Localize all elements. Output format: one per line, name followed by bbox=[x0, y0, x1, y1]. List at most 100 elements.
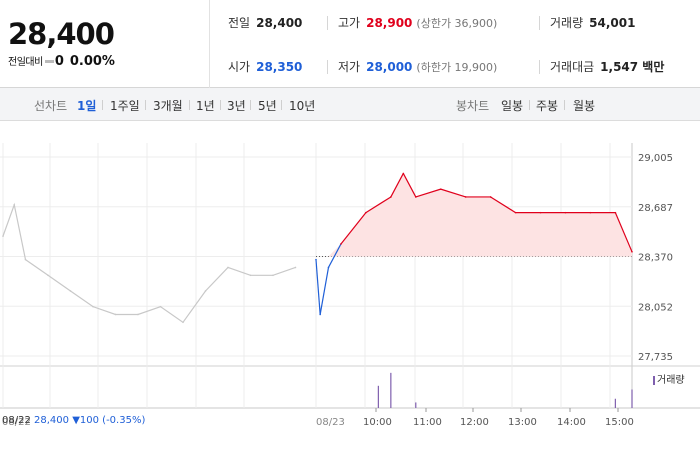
divider bbox=[327, 60, 328, 74]
current-price: 28,400 bbox=[8, 17, 115, 51]
data-point bbox=[589, 211, 592, 214]
line-chart-label: 선차트 bbox=[34, 99, 68, 113]
y-tick-label: 28,052 bbox=[638, 302, 673, 313]
period-3year-button[interactable]: 3년 bbox=[227, 97, 246, 114]
prev-close-value: 28,400 bbox=[256, 16, 303, 30]
data-point bbox=[414, 196, 417, 198]
y-tick-label: 29,005 bbox=[638, 153, 673, 164]
change-percent: 0.00% bbox=[69, 54, 115, 69]
data-point bbox=[327, 266, 330, 269]
chart-axes: 29,005 28,687 28,370 28,052 27,735 08/22 08/23… bbox=[2, 153, 673, 428]
data-point bbox=[204, 290, 207, 292]
quote-high: 고가 28,900 (상한가 36,900) bbox=[338, 15, 497, 32]
high-label: 고가 bbox=[338, 16, 361, 30]
data-point bbox=[390, 196, 392, 198]
data-point bbox=[2, 235, 4, 237]
divider bbox=[220, 100, 221, 110]
divider bbox=[102, 100, 103, 110]
volume-legend-label: 거래량 bbox=[657, 375, 685, 386]
chart-toolbar: 선차트 1일 1주일 3개월 1년 3년 5년 10년 봉차트 일봉 주봉 월봉 bbox=[0, 88, 700, 121]
data-point bbox=[614, 211, 617, 214]
divider bbox=[281, 100, 282, 110]
data-point bbox=[539, 211, 542, 214]
volume-value: 54,001 bbox=[589, 16, 636, 30]
data-point bbox=[319, 313, 321, 316]
prev-day-date: 08/22 bbox=[2, 415, 31, 426]
period-3month-button[interactable]: 3개월 bbox=[153, 97, 183, 114]
chart-grid bbox=[0, 143, 700, 409]
low-value: 28,000 bbox=[366, 60, 413, 74]
price-change: 전일대비 0 0.00% bbox=[8, 53, 115, 69]
x-tick-label: 13:00 bbox=[508, 417, 537, 428]
open-label: 시가 bbox=[228, 60, 251, 74]
lower-limit: (하한가 19,900) bbox=[416, 61, 498, 74]
volume-bars bbox=[377, 372, 633, 408]
prev-day-change: ▼100 bbox=[72, 415, 99, 426]
x-tick-label: 11:00 bbox=[413, 417, 442, 428]
prev-day-summary: 08/22 28,400 ▼100 (-0.35%) bbox=[2, 415, 145, 426]
period-10year-button[interactable]: 10년 bbox=[289, 97, 315, 114]
quote-prev-close: 전일 28,400 bbox=[228, 15, 302, 31]
quote-header: 28,400 전일대비 0 0.00% 전일 28,400 고가 28,900 (상한가 … bbox=[0, 0, 700, 88]
y-tick-label: 28,687 bbox=[638, 203, 673, 214]
upper-limit: (상한가 36,900) bbox=[416, 17, 498, 30]
data-point bbox=[13, 203, 16, 206]
price-chart[interactable]: 29,005 28,687 28,370 28,052 27,735 08/22 08/23… bbox=[0, 121, 700, 450]
period-1week-button[interactable]: 1주일 bbox=[110, 97, 140, 114]
divider bbox=[539, 60, 540, 74]
period-5year-button[interactable]: 5년 bbox=[258, 97, 277, 114]
today-series bbox=[315, 172, 633, 316]
volume-legend-swatch-icon bbox=[653, 375, 655, 385]
prev-day-pct: (-0.35%) bbox=[102, 415, 146, 426]
data-point bbox=[365, 211, 367, 214]
data-point bbox=[92, 305, 94, 308]
data-point bbox=[489, 196, 492, 198]
period-1year-button[interactable]: 1년 bbox=[196, 97, 215, 114]
low-label: 저가 bbox=[338, 60, 361, 74]
divider bbox=[564, 100, 565, 110]
candle-monthly-button[interactable]: 월봉 bbox=[573, 97, 595, 114]
divider bbox=[539, 16, 540, 30]
data-point bbox=[464, 196, 467, 198]
candle-weekly-button[interactable]: 주봉 bbox=[536, 97, 558, 114]
y-tick-label: 27,735 bbox=[638, 352, 673, 363]
prev-close-label: 전일 bbox=[228, 16, 251, 30]
data-point bbox=[315, 258, 317, 261]
x-tick-label: 15:00 bbox=[605, 417, 634, 428]
data-point bbox=[294, 266, 297, 269]
x-tick-label: 12:00 bbox=[460, 417, 489, 428]
prev-day-series bbox=[2, 202, 297, 324]
open-value: 28,350 bbox=[256, 60, 303, 74]
divider bbox=[145, 100, 146, 110]
volume-label: 거래량 bbox=[550, 16, 584, 30]
data-point bbox=[69, 290, 72, 292]
change-value: 0 bbox=[54, 54, 64, 69]
data-point bbox=[137, 313, 139, 316]
divider bbox=[529, 100, 530, 110]
chart-canvas: 29,005 28,687 28,370 28,052 27,735 08/22 08/23… bbox=[0, 143, 700, 428]
data-point bbox=[227, 266, 229, 269]
data-point bbox=[402, 172, 405, 175]
change-label: 전일대비 bbox=[8, 57, 43, 68]
volume-legend: 거래량 bbox=[653, 371, 685, 386]
period-1day-button[interactable]: 1일 bbox=[77, 97, 96, 114]
candle-daily-button[interactable]: 일봉 bbox=[501, 97, 523, 114]
divider bbox=[189, 100, 190, 110]
data-point bbox=[182, 321, 184, 324]
quote-open: 시가 28,350 bbox=[228, 59, 302, 75]
data-point bbox=[159, 305, 162, 308]
data-point bbox=[631, 250, 633, 253]
prev-day-line bbox=[2, 202, 296, 324]
data-point bbox=[439, 188, 442, 190]
quote-volume: 거래량 54,001 bbox=[550, 15, 635, 31]
high-value: 28,900 bbox=[366, 16, 413, 30]
quote-amount: 거래대금 1,547 백만 bbox=[550, 59, 664, 75]
data-point bbox=[340, 243, 342, 245]
flat-mark-icon bbox=[44, 59, 54, 63]
price-summary: 28,400 전일대비 0 0.00% bbox=[0, 0, 210, 88]
data-point bbox=[24, 258, 27, 261]
data-point bbox=[564, 211, 567, 214]
data-point bbox=[249, 274, 252, 277]
prev-day-close: 28,400 bbox=[34, 415, 70, 426]
x-tick-label: 10:00 bbox=[363, 417, 392, 428]
